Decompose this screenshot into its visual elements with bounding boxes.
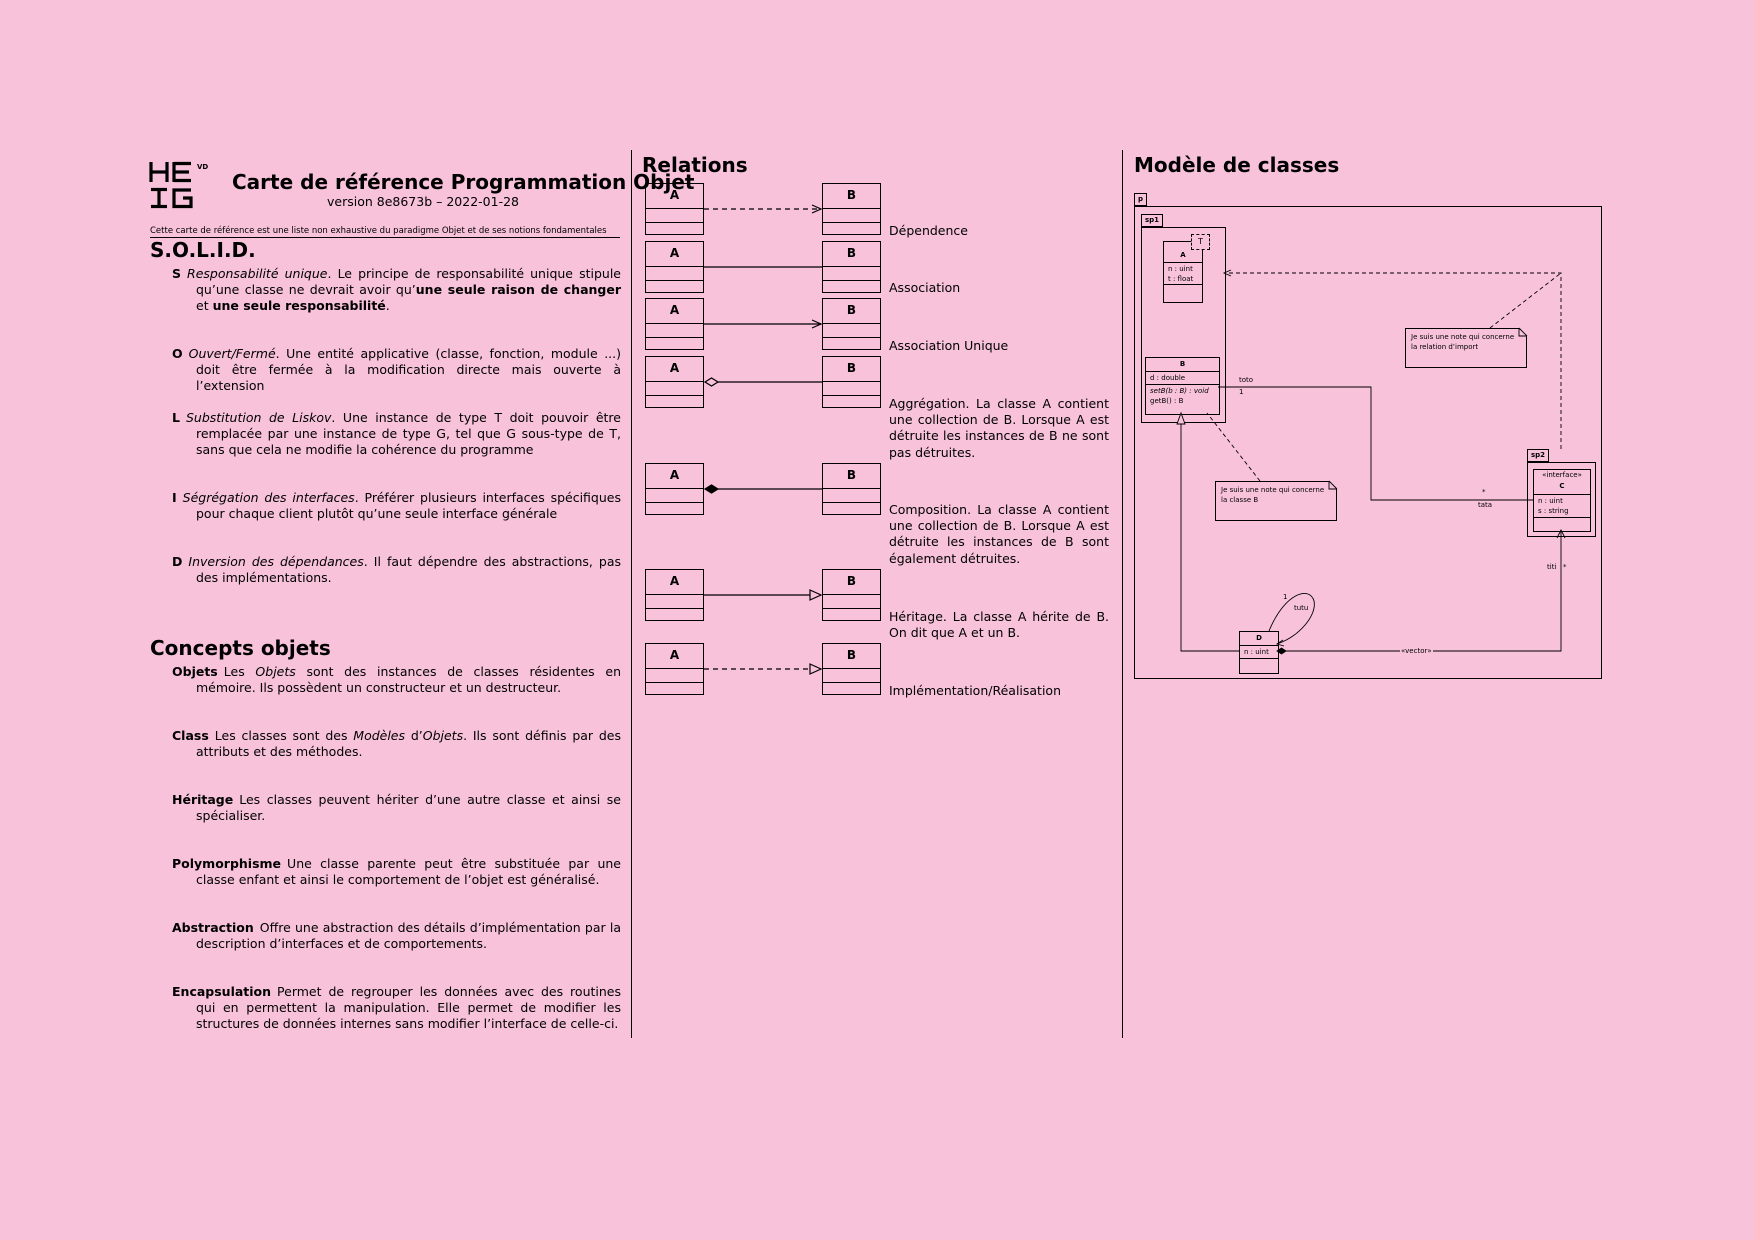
filled-diamond-icon [1276, 647, 1287, 655]
self-association-line [1268, 593, 1315, 645]
multiplicity-star: * [1563, 563, 1567, 571]
note-anchor-line [1206, 412, 1261, 482]
note-anchor-line [1489, 272, 1562, 329]
stereotype-vector: «vector» [1400, 647, 1433, 655]
import-dependency-line [1224, 272, 1562, 449]
multiplicity-1: 1 [1283, 593, 1288, 601]
role-toto: toto [1239, 376, 1254, 384]
model-connectors [1176, 269, 1566, 655]
composition-d-c-line [1286, 530, 1562, 652]
role-tata: tata [1478, 501, 1493, 509]
hollow-triangle-icon [1176, 411, 1186, 425]
association-b-c-line [1218, 386, 1533, 501]
inheritance-d-b-line [1180, 424, 1239, 652]
role-titi: titi [1547, 563, 1557, 571]
multiplicity-star: * [1482, 488, 1486, 496]
multiplicity-1: 1 [1239, 388, 1244, 396]
role-tutu: tutu [1294, 604, 1309, 612]
